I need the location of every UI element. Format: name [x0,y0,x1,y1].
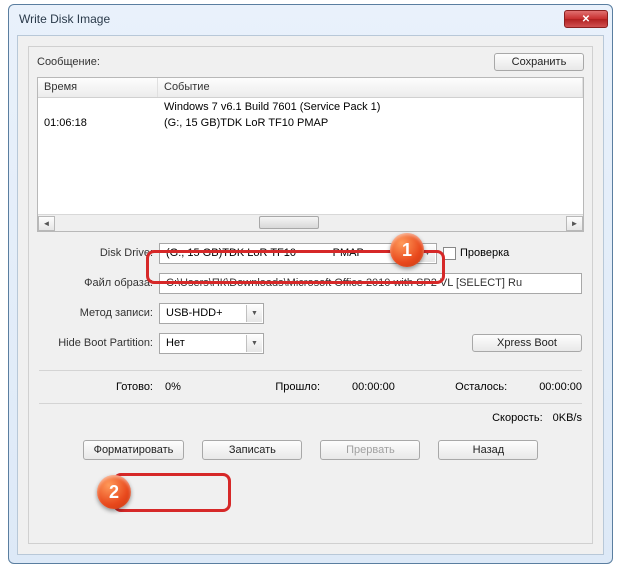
annotation-badge-2: 2 [97,475,131,509]
disk-drive-value: (G:, 15 GB)TDK LoR TF10 PMAP [166,247,364,259]
image-file-label: Файл образа: [39,277,159,289]
annotation-badge-1: 1 [390,233,424,267]
check-checkbox-wrap[interactable]: Проверка [443,247,509,260]
check-label: Проверка [460,247,509,259]
hide-boot-value: Нет [166,337,185,349]
inner-panel: Сообщение: Сохранить Время Событие Windo… [28,46,593,544]
separator [39,403,582,404]
hide-boot-dropdown[interactable]: Нет ▼ [159,333,264,354]
abort-button: Прервать [320,440,420,460]
ready-label: Готово: [39,381,159,393]
chevron-down-icon: ▼ [246,305,262,322]
list-item[interactable]: 01:06:18 (G:, 15 GB)TDK LoR TF10 PMAP [38,116,583,132]
button-row: Форматировать Записать Прервать Назад [29,428,592,470]
scroll-right-button[interactable]: ► [566,216,583,231]
format-button[interactable]: Форматировать [83,440,185,460]
scroll-left-button[interactable]: ◄ [38,216,55,231]
column-event[interactable]: Событие [158,78,583,97]
list-item[interactable]: Windows 7 v6.1 Build 7601 (Service Pack … [38,100,583,116]
close-button[interactable]: ✕ [564,10,608,28]
separator [39,370,582,371]
chevron-down-icon: ▼ [246,335,262,352]
hide-boot-label: Hide Boot Partition: [39,337,159,349]
message-label: Сообщение: [37,56,494,68]
speed-row: Скорость: 0KB/s [29,408,592,428]
write-method-value: USB-HDD+ [166,307,223,319]
xpress-boot-button[interactable]: Xpress Boot [472,334,582,352]
write-method-label: Метод записи: [39,307,159,319]
elapsed-value: 00:00:00 [352,381,395,393]
write-method-dropdown[interactable]: USB-HDD+ ▼ [159,303,264,324]
scroll-thumb[interactable] [259,216,319,229]
cell-time [38,100,158,116]
close-icon: ✕ [582,14,590,25]
cell-time: 01:06:18 [38,116,158,132]
remaining-label: Осталось: [455,381,507,393]
speed-label: Скорость: [492,412,543,424]
status-row: Готово: 0% Прошло: 00:00:00 Осталось: 00… [29,375,592,399]
titlebar[interactable]: Write Disk Image ✕ [9,5,612,33]
check-checkbox[interactable] [443,247,456,260]
write-button[interactable]: Записать [202,440,302,460]
column-time[interactable]: Время [38,78,158,97]
remaining-value: 00:00:00 [539,381,582,393]
scroll-track[interactable] [55,216,566,231]
window-title: Write Disk Image [19,12,564,26]
top-bar: Сообщение: Сохранить [29,47,592,75]
listview-header: Время Событие [38,78,583,98]
log-listview[interactable]: Время Событие Windows 7 v6.1 Build 7601 … [37,77,584,232]
listview-body: Windows 7 v6.1 Build 7601 (Service Pack … [38,98,583,134]
disk-drive-label: Disk Drive: [39,247,159,259]
image-file-input[interactable]: C:\Users\ПК\Downloads\Microsoft Office 2… [159,273,582,294]
horizontal-scrollbar[interactable]: ◄ ► [38,214,583,231]
window-frame: Write Disk Image ✕ Сообщение: Сохранить … [8,4,613,564]
ready-value: 0% [165,381,215,393]
cell-event: (G:, 15 GB)TDK LoR TF10 PMAP [158,116,583,132]
back-button[interactable]: Назад [438,440,538,460]
speed-value: 0KB/s [553,412,582,424]
cell-event: Windows 7 v6.1 Build 7601 (Service Pack … [158,100,583,116]
form-area: Disk Drive: (G:, 15 GB)TDK LoR TF10 PMAP… [29,234,592,366]
elapsed-label: Прошло: [275,381,320,393]
save-button[interactable]: Сохранить [494,53,584,71]
